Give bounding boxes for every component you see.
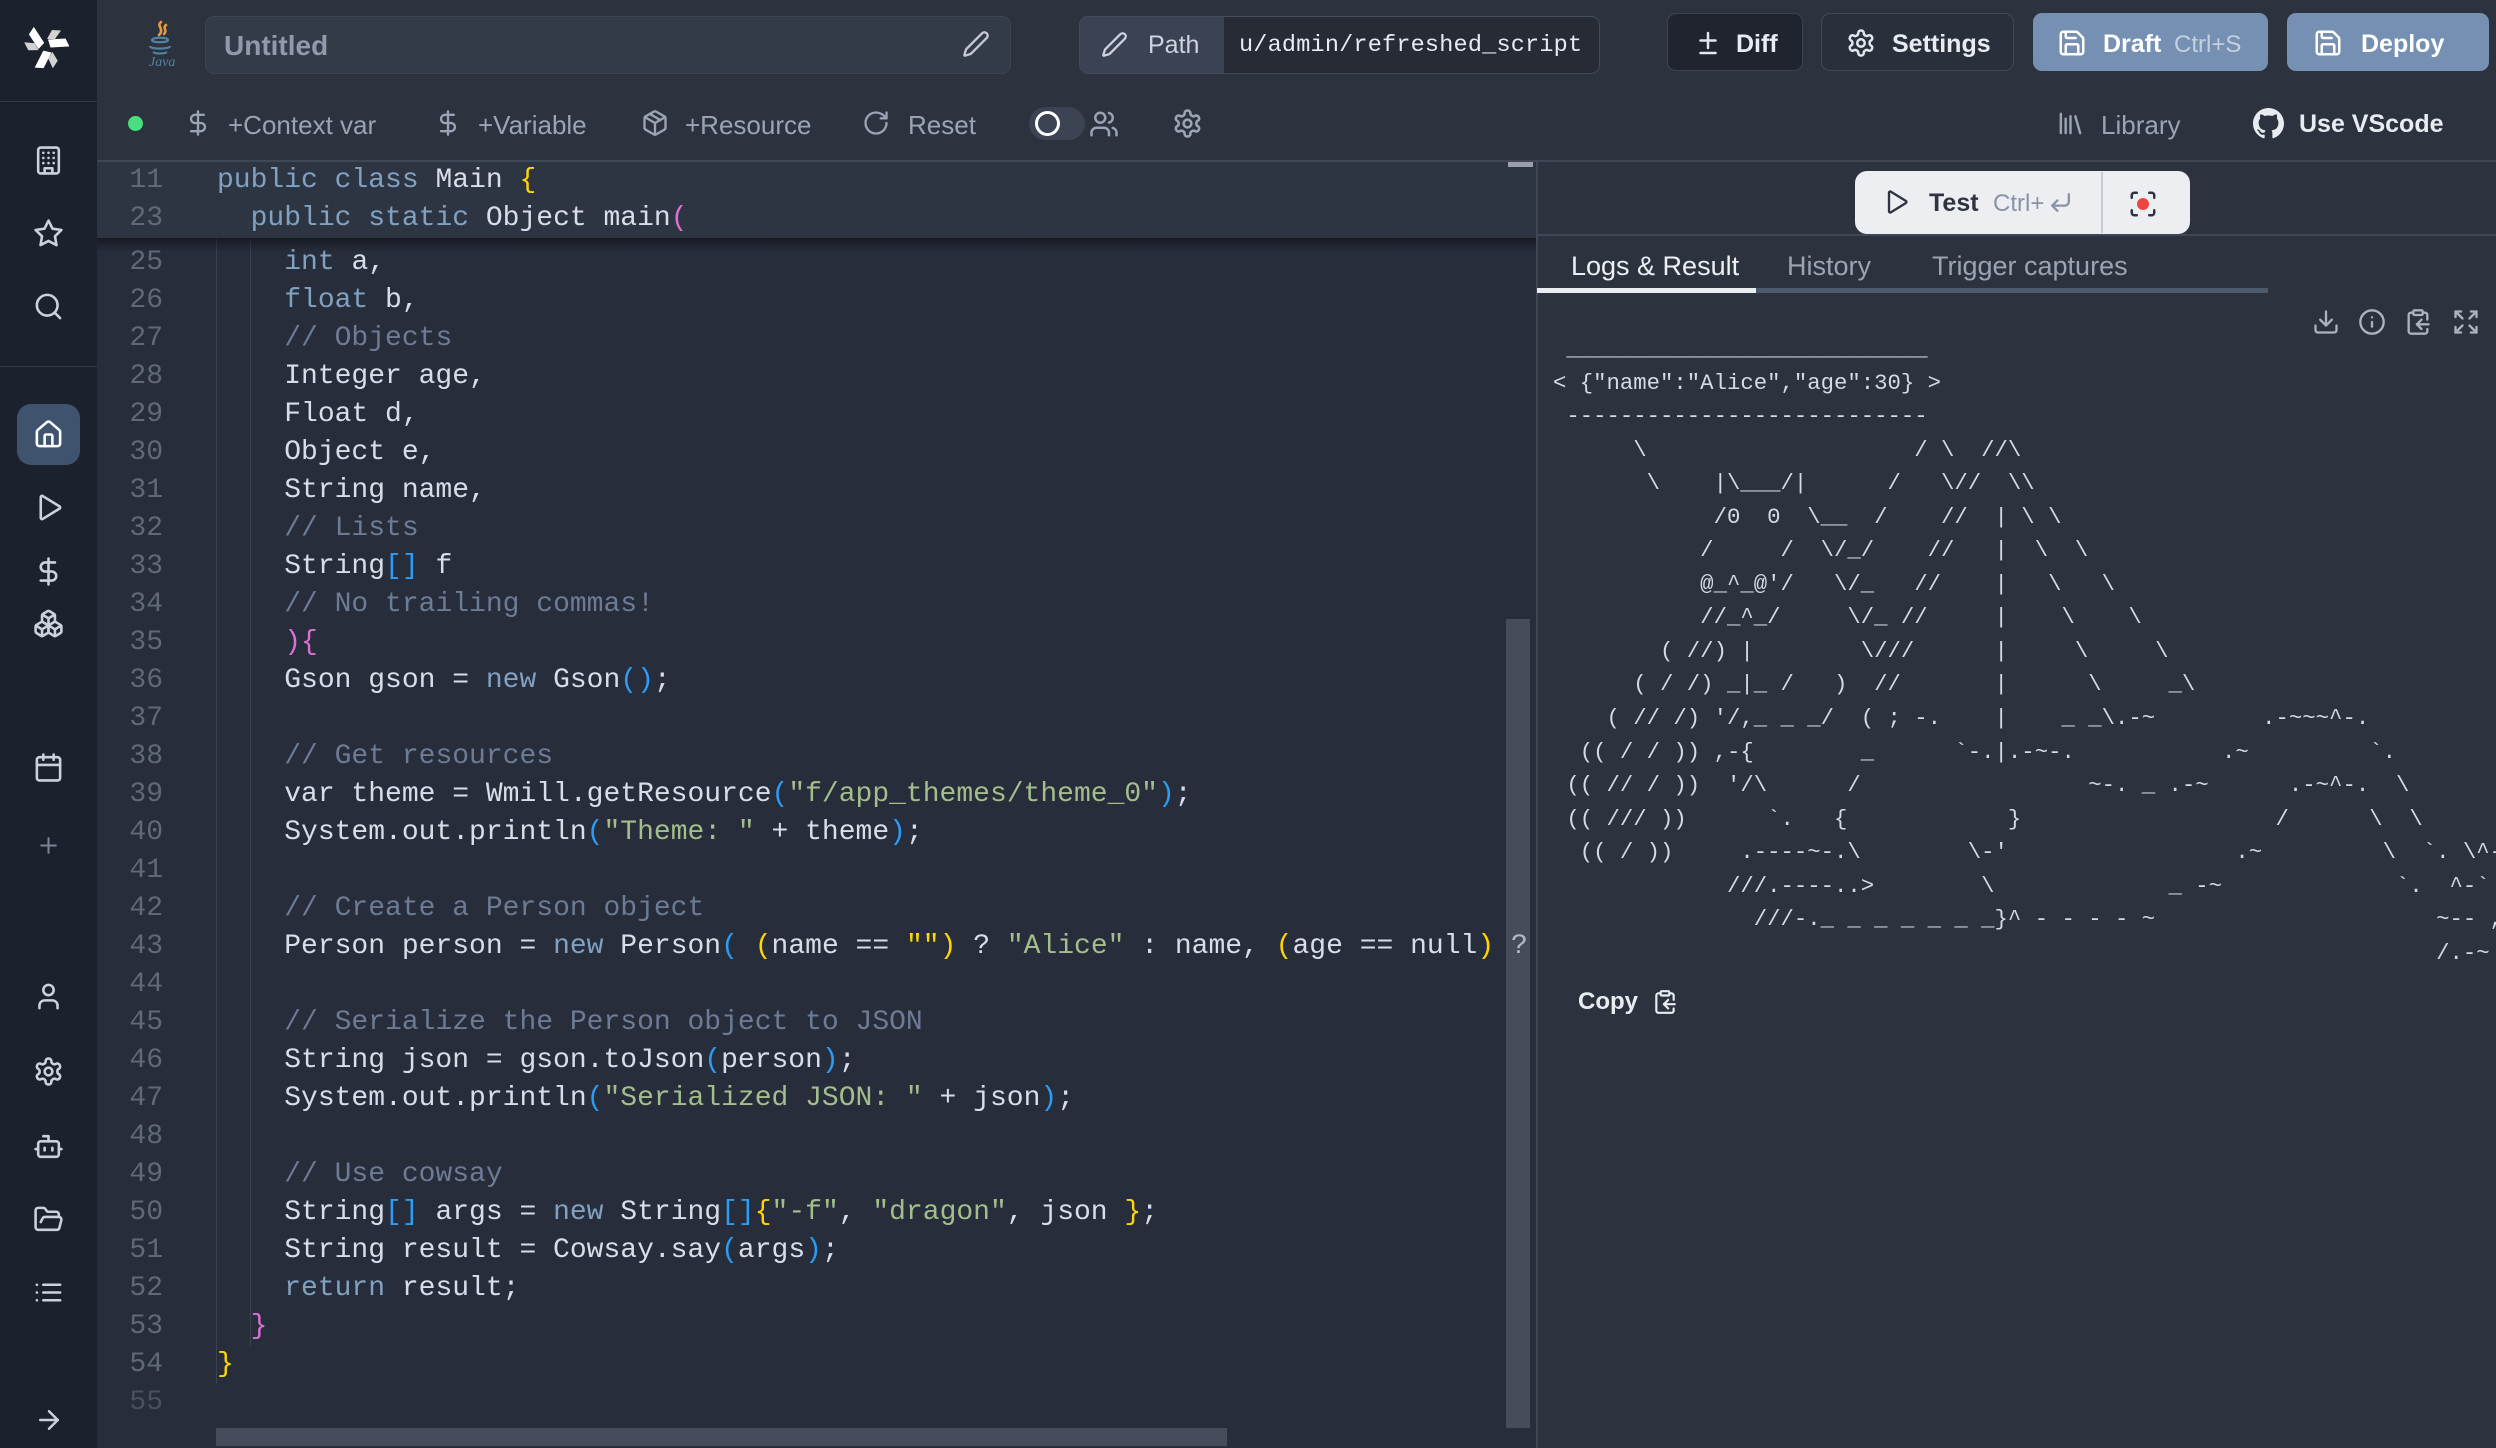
svg-text:Java: Java xyxy=(149,55,175,69)
